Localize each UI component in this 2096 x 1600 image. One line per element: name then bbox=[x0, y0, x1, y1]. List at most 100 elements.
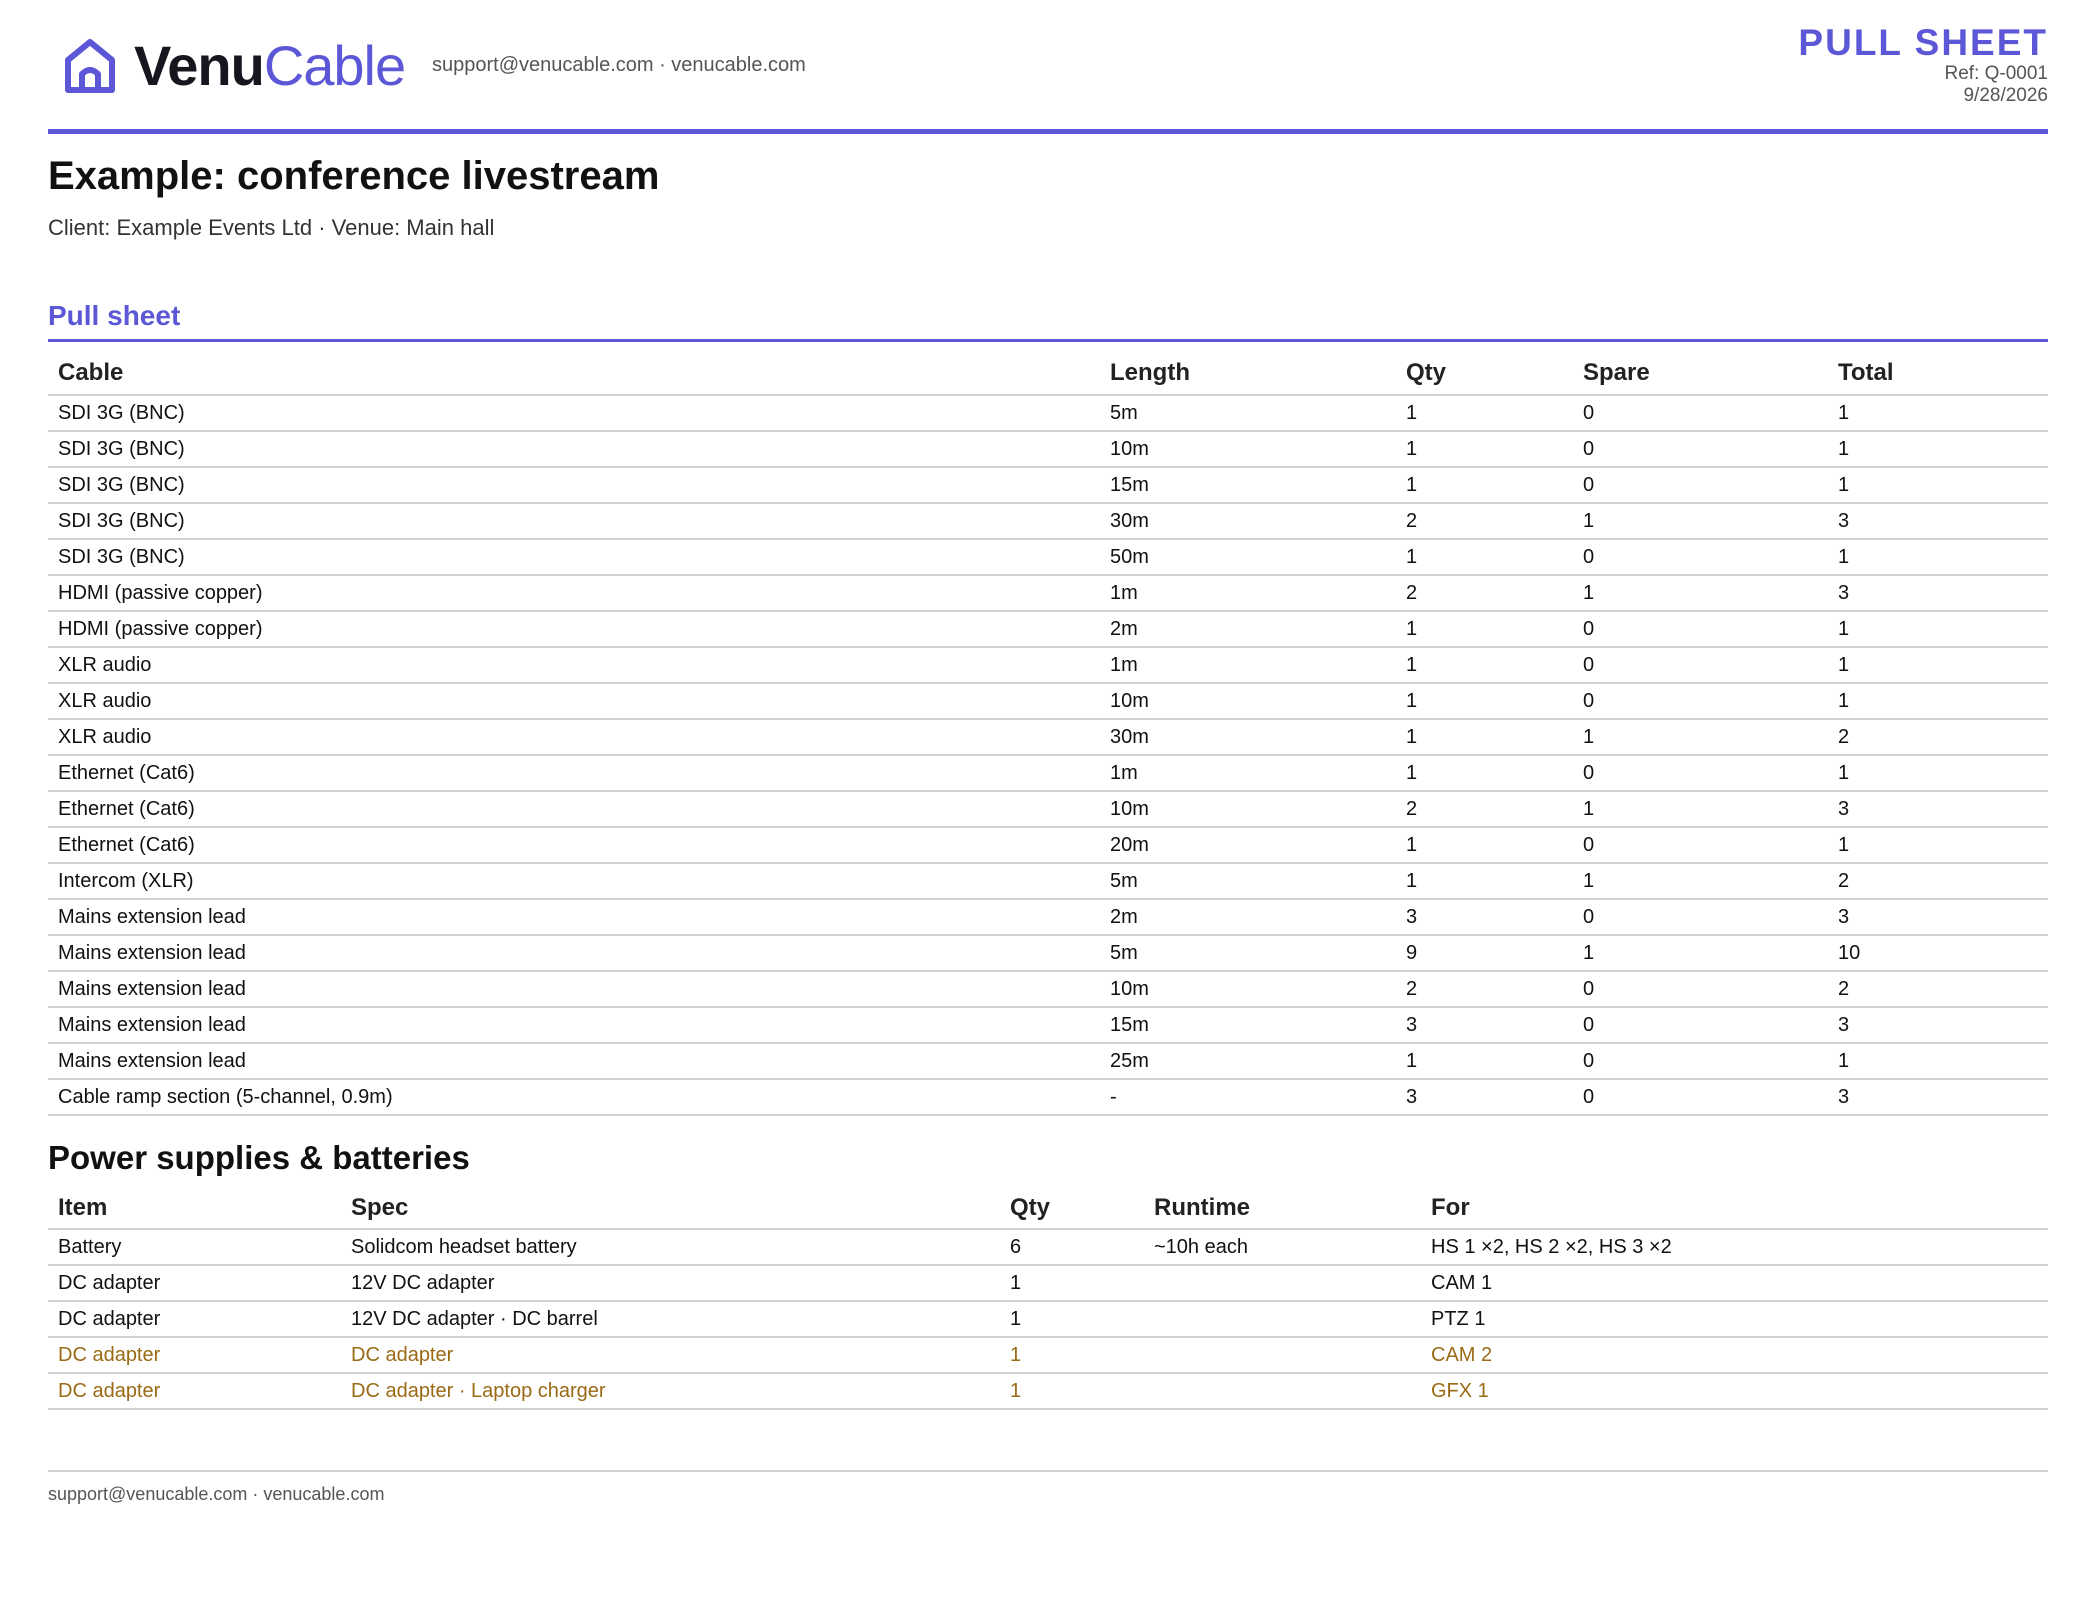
project-title: Example: conference livestream bbox=[48, 154, 660, 198]
table-cell: 1 bbox=[1396, 683, 1573, 720]
table-cell: 2 bbox=[1828, 971, 2048, 1008]
pull-sheet-column-header: Spare bbox=[1573, 352, 1828, 396]
table-cell: Solidcom headset battery bbox=[341, 1229, 1000, 1266]
table-row: DC adapter 12V DC adapter · DC barrel 1 PTZ… bbox=[48, 1301, 2048, 1338]
table-cell: SDI 3G (BNC) bbox=[48, 395, 1100, 432]
table-cell bbox=[1144, 1265, 1421, 1302]
table-cell: 0 bbox=[1573, 539, 1828, 576]
table-cell: 1m bbox=[1100, 575, 1396, 612]
table-cell: 15m bbox=[1100, 1007, 1396, 1044]
table-cell: 1 bbox=[1573, 575, 1828, 612]
table-cell: SDI 3G (BNC) bbox=[48, 539, 1100, 576]
table-cell: DC adapter · Laptop charger bbox=[341, 1373, 1000, 1410]
table-cell: Mains extension lead bbox=[48, 1043, 1100, 1080]
table-row: Ethernet (Cat6) 20m 1 0 1 bbox=[48, 827, 2048, 864]
table-cell: 0 bbox=[1573, 467, 1828, 504]
power-column-header: Qty bbox=[1000, 1188, 1144, 1230]
table-cell: 1 bbox=[1396, 611, 1573, 648]
table-cell: 1 bbox=[1000, 1265, 1144, 1302]
table-row: Mains extension lead 2m 3 0 3 bbox=[48, 899, 2048, 936]
table-cell: DC adapter bbox=[48, 1373, 341, 1410]
table-row: Mains extension lead 25m 1 0 1 bbox=[48, 1043, 2048, 1080]
table-cell: 3 bbox=[1828, 791, 2048, 828]
table-cell: 1 bbox=[1828, 395, 2048, 432]
page: VenuCable support@venucable.com · venuca… bbox=[48, 0, 2048, 1600]
table-row: SDI 3G (BNC) 10m 1 0 1 bbox=[48, 431, 2048, 468]
table-cell: Mains extension lead bbox=[48, 899, 1100, 936]
table-cell: 50m bbox=[1100, 539, 1396, 576]
table-cell: DC adapter bbox=[48, 1337, 341, 1374]
table-cell: 1 bbox=[1828, 827, 2048, 864]
table-row: XLR audio 30m 1 1 2 bbox=[48, 719, 2048, 756]
table-cell: 3 bbox=[1828, 1007, 2048, 1044]
table-cell: 1 bbox=[1573, 863, 1828, 900]
table-cell: Ethernet (Cat6) bbox=[48, 791, 1100, 828]
table-cell: 9 bbox=[1396, 935, 1573, 972]
table-cell: GFX 1 bbox=[1421, 1373, 2048, 1410]
table-row: XLR audio 10m 1 0 1 bbox=[48, 683, 2048, 720]
table-cell: 1 bbox=[1573, 719, 1828, 756]
footer-contact: support@venucable.com · venucable.com bbox=[48, 1484, 385, 1504]
table-cell: XLR audio bbox=[48, 683, 1100, 720]
pull-sheet-column-header: Qty bbox=[1396, 352, 1573, 396]
table-cell: 1 bbox=[1396, 467, 1573, 504]
table-cell: 10m bbox=[1100, 683, 1396, 720]
power-column-header: Runtime bbox=[1144, 1188, 1421, 1230]
table-cell: - bbox=[1100, 1079, 1396, 1116]
pull-sheet-column-header: Cable bbox=[48, 352, 1100, 396]
pull-sheet-column-header: Total bbox=[1828, 352, 2048, 396]
table-cell: 25m bbox=[1100, 1043, 1396, 1080]
table-cell: 1 bbox=[1000, 1337, 1144, 1374]
pull-sheet-header-row: Cable Length Qty Spare Total bbox=[48, 352, 2048, 396]
table-cell: 3 bbox=[1828, 503, 2048, 540]
table-cell: 1 bbox=[1828, 611, 2048, 648]
table-cell: 2m bbox=[1100, 899, 1396, 936]
table-cell: Battery bbox=[48, 1229, 341, 1266]
table-cell: 0 bbox=[1573, 1043, 1828, 1080]
table-cell: XLR audio bbox=[48, 647, 1100, 684]
document-ref: Ref: Q-0001 bbox=[1944, 62, 2049, 84]
table-cell: 1 bbox=[1396, 1043, 1573, 1080]
footer-divider bbox=[48, 1470, 2048, 1472]
table-cell: HDMI (passive copper) bbox=[48, 611, 1100, 648]
header-contact: support@venucable.com · venucable.com bbox=[432, 54, 806, 76]
table-cell: Intercom (XLR) bbox=[48, 863, 1100, 900]
table-row: Intercom (XLR) 5m 1 1 2 bbox=[48, 863, 2048, 900]
table-cell: ~10h each bbox=[1144, 1229, 1421, 1266]
table-row: Mains extension lead 10m 2 0 2 bbox=[48, 971, 2048, 1008]
pull-sheet-table: Cable Length Qty Spare Total SDI 3G (BNC) 5m 1… bbox=[48, 352, 2048, 1116]
table-row: XLR audio 1m 1 0 1 bbox=[48, 647, 2048, 684]
table-cell: 1 bbox=[1396, 827, 1573, 864]
power-column-header: For bbox=[1421, 1188, 2048, 1230]
table-cell bbox=[1144, 1337, 1421, 1374]
table-cell: 3 bbox=[1396, 899, 1573, 936]
table-cell: 1 bbox=[1396, 431, 1573, 468]
table-cell: 5m bbox=[1100, 863, 1396, 900]
table-cell: 1 bbox=[1828, 683, 2048, 720]
table-cell: 2 bbox=[1396, 971, 1573, 1008]
pull-sheet-section-title: Pull sheet bbox=[48, 300, 181, 331]
table-cell: 0 bbox=[1573, 683, 1828, 720]
table-cell: Mains extension lead bbox=[48, 935, 1100, 972]
table-row: Mains extension lead 5m 9 1 10 bbox=[48, 935, 2048, 972]
table-row: DC adapter DC adapter · Laptop charger 1 GF… bbox=[48, 1373, 2048, 1410]
table-row: Ethernet (Cat6) 1m 1 0 1 bbox=[48, 755, 2048, 792]
table-cell: 1 bbox=[1396, 755, 1573, 792]
table-cell: 3 bbox=[1828, 899, 2048, 936]
table-cell: 3 bbox=[1828, 575, 2048, 612]
document-title: PULL SHEET bbox=[1798, 22, 2048, 63]
table-cell: 30m bbox=[1100, 503, 1396, 540]
table-cell: 1 bbox=[1396, 395, 1573, 432]
table-row: SDI 3G (BNC) 5m 1 0 1 bbox=[48, 395, 2048, 432]
table-row: DC adapter DC adapter 1 CAM 2 bbox=[48, 1337, 2048, 1374]
table-cell: 0 bbox=[1573, 827, 1828, 864]
table-cell: 12V DC adapter · DC barrel bbox=[341, 1301, 1000, 1338]
table-cell: Mains extension lead bbox=[48, 971, 1100, 1008]
table-cell: Mains extension lead bbox=[48, 1007, 1100, 1044]
table-cell: CAM 1 bbox=[1421, 1265, 2048, 1302]
table-cell: 0 bbox=[1573, 1079, 1828, 1116]
table-cell: SDI 3G (BNC) bbox=[48, 503, 1100, 540]
table-row: SDI 3G (BNC) 50m 1 0 1 bbox=[48, 539, 2048, 576]
table-cell: 2 bbox=[1396, 791, 1573, 828]
table-row: Mains extension lead 15m 3 0 3 bbox=[48, 1007, 2048, 1044]
